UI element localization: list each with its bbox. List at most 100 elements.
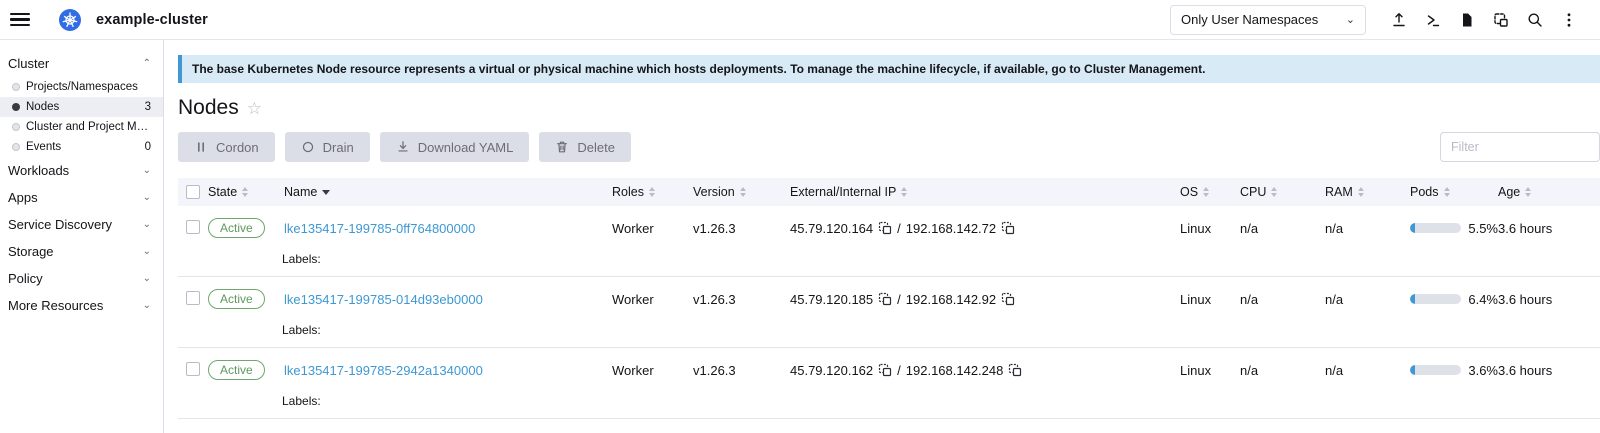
chevron-down-icon: ⌄ bbox=[143, 300, 151, 311]
cordon-icon bbox=[194, 140, 208, 154]
sidebar-group-cluster[interactable]: Cluster⌃ bbox=[0, 50, 163, 77]
copy-icon[interactable] bbox=[878, 363, 892, 377]
column-header-external-internal-ip[interactable]: External/Internal IP bbox=[790, 185, 1180, 199]
roles-cell: Worker bbox=[612, 363, 693, 378]
column-header-version[interactable]: Version bbox=[693, 185, 790, 199]
upload-icon[interactable] bbox=[1382, 5, 1416, 35]
sidebar-item-nodes[interactable]: Nodes3 bbox=[0, 97, 163, 117]
sidebar-group-service-discovery[interactable]: Service Discovery⌄ bbox=[0, 211, 163, 238]
cordon-button[interactable]: Cordon bbox=[178, 132, 275, 162]
column-header-ram[interactable]: RAM bbox=[1325, 185, 1410, 199]
sidebar-item-cluster-and-project-members[interactable]: Cluster and Project Members bbox=[0, 117, 163, 137]
kubectl-shell-icon[interactable] bbox=[1416, 5, 1450, 35]
row-checkbox[interactable] bbox=[186, 291, 200, 305]
resource-count-badge: 3 bbox=[145, 101, 151, 113]
row-checkbox[interactable] bbox=[186, 362, 200, 376]
trash-icon bbox=[555, 140, 569, 154]
sort-icon bbox=[740, 187, 746, 197]
button-label: Delete bbox=[577, 140, 615, 155]
resource-icon bbox=[12, 103, 20, 111]
sidebar-group-label: More Resources bbox=[8, 298, 103, 313]
resource-icon bbox=[12, 83, 20, 91]
resource-count-badge: 0 bbox=[145, 141, 151, 153]
column-header-label: OS bbox=[1180, 185, 1198, 199]
sidebar-group-label: Policy bbox=[8, 271, 43, 286]
copy-icon[interactable] bbox=[878, 221, 892, 235]
column-header-os[interactable]: OS bbox=[1180, 185, 1240, 199]
info-banner-text: The base Kubernetes Node resource repres… bbox=[192, 62, 1205, 76]
toolbar: Cordon Drain Download YAML Delete bbox=[178, 132, 1600, 162]
node-name-link[interactable]: lke135417-199785-2942a1340000 bbox=[284, 363, 483, 378]
nodes-table: State Name RolesVersion External/Internal I… bbox=[178, 178, 1600, 419]
column-header-cpu[interactable]: CPU bbox=[1240, 185, 1325, 199]
node-name-link[interactable]: lke135417-199785-014d93eb0000 bbox=[284, 292, 483, 307]
namespace-filter-dropdown[interactable]: Only User Namespaces ⌄ bbox=[1170, 5, 1366, 35]
pods-cell: 3.6% bbox=[1410, 363, 1498, 378]
sort-icon bbox=[1444, 187, 1450, 197]
column-header-label: Name bbox=[284, 185, 317, 199]
roles-cell: Worker bbox=[612, 221, 693, 236]
column-header-name[interactable]: Name bbox=[284, 185, 612, 199]
sidebar-group-more-resources[interactable]: More Resources ⌄ bbox=[0, 292, 163, 319]
table-row[interactable]: Active lke135417-199785-2942a1340000 Wor… bbox=[178, 348, 1600, 392]
kubernetes-logo-icon bbox=[58, 8, 82, 32]
os-cell: Linux bbox=[1180, 221, 1240, 236]
filter-input[interactable] bbox=[1440, 132, 1600, 162]
pods-progress-bar bbox=[1410, 365, 1461, 375]
ip-separator: / bbox=[897, 221, 901, 236]
favorite-star-icon[interactable]: ☆ bbox=[247, 100, 262, 117]
button-label: Cordon bbox=[216, 140, 259, 155]
table-row[interactable]: Active lke135417-199785-0ff764800000 Wor… bbox=[178, 206, 1600, 250]
column-header-state[interactable]: State bbox=[208, 185, 284, 199]
row-checkbox[interactable] bbox=[186, 220, 200, 234]
sidebar-group-workloads[interactable]: Workloads⌄ bbox=[0, 157, 163, 184]
select-all-checkbox[interactable] bbox=[186, 185, 200, 199]
pods-cell: 5.5% bbox=[1410, 221, 1498, 236]
ip-separator: / bbox=[897, 292, 901, 307]
chevron-down-icon: ⌄ bbox=[1346, 13, 1355, 26]
top-bar: example-cluster Only User Namespaces ⌄ bbox=[0, 0, 1600, 40]
status-badge: Active bbox=[208, 218, 265, 238]
app-window: example-cluster Only User Namespaces ⌄ C… bbox=[0, 0, 1600, 433]
node-name-link[interactable]: lke135417-199785-0ff764800000 bbox=[284, 221, 475, 236]
hamburger-menu-icon[interactable] bbox=[10, 13, 30, 27]
labels-row: Labels: bbox=[178, 392, 1600, 418]
sidebar-item-events[interactable]: Events0 bbox=[0, 137, 163, 157]
column-header-label: Version bbox=[693, 185, 735, 199]
sort-icon bbox=[649, 187, 655, 197]
column-header-pods[interactable]: Pods bbox=[1410, 185, 1498, 199]
button-label: Download YAML bbox=[418, 140, 514, 155]
pods-percent: 5.5% bbox=[1468, 221, 1498, 236]
main-content: The base Kubernetes Node resource repres… bbox=[164, 40, 1600, 433]
copy-icon[interactable] bbox=[1001, 292, 1015, 306]
search-icon[interactable] bbox=[1518, 5, 1552, 35]
sidebar-group-policy[interactable]: Policy⌄ bbox=[0, 265, 163, 292]
chevron-down-icon: ⌄ bbox=[143, 219, 151, 230]
copy-icon[interactable] bbox=[1008, 363, 1022, 377]
copy-kubeconfig-icon[interactable] bbox=[1484, 5, 1518, 35]
sort-icon bbox=[242, 187, 248, 197]
kebab-menu-icon[interactable] bbox=[1552, 5, 1586, 35]
download-yaml-button[interactable]: Download YAML bbox=[380, 132, 530, 162]
roles-cell: Worker bbox=[612, 292, 693, 307]
column-header-label: State bbox=[208, 185, 237, 199]
status-badge: Active bbox=[208, 289, 265, 309]
labels-prefix: Labels: bbox=[282, 323, 321, 337]
copy-icon[interactable] bbox=[878, 292, 892, 306]
cpu-cell: n/a bbox=[1240, 221, 1325, 236]
delete-button[interactable]: Delete bbox=[539, 132, 631, 162]
table-row[interactable]: Active lke135417-199785-014d93eb0000 Wor… bbox=[178, 277, 1600, 321]
sidebar-group-apps[interactable]: Apps⌄ bbox=[0, 184, 163, 211]
ip-cell: 45.79.120.164 / 192.168.142.72 bbox=[790, 221, 1180, 236]
column-header-roles[interactable]: Roles bbox=[612, 185, 693, 199]
copy-icon[interactable] bbox=[1001, 221, 1015, 235]
page-title: Nodes bbox=[178, 96, 239, 120]
sidebar-item-label: Projects/Namespaces bbox=[26, 81, 138, 93]
column-header-age[interactable]: Age bbox=[1498, 185, 1600, 199]
kubeconfig-file-icon[interactable] bbox=[1450, 5, 1484, 35]
sort-icon bbox=[1203, 187, 1209, 197]
drain-button[interactable]: Drain bbox=[285, 132, 370, 162]
sidebar-group-storage[interactable]: Storage⌄ bbox=[0, 238, 163, 265]
sidebar-item-projects-namespaces[interactable]: Projects/Namespaces bbox=[0, 77, 163, 97]
internal-ip: 192.168.142.72 bbox=[906, 221, 996, 236]
